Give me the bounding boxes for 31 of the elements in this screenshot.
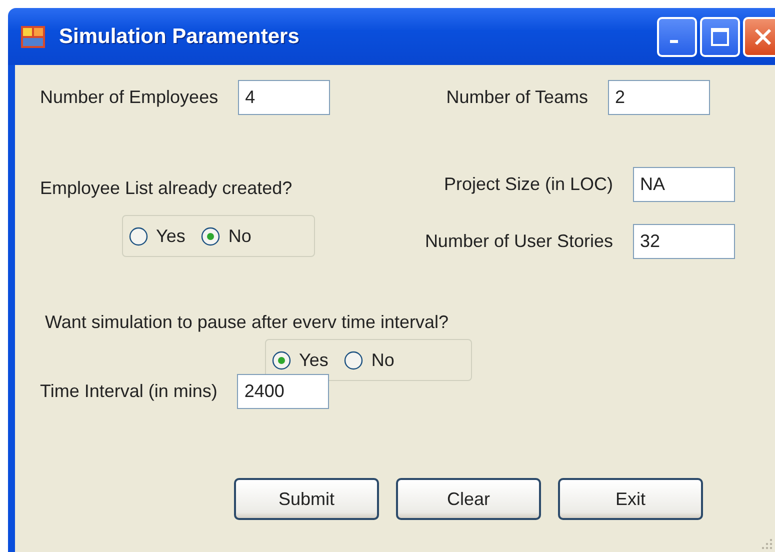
form-button[interactable]: Clear [396,478,541,520]
field-label: Time Interval (in mins) [40,381,218,402]
user-stories-field[interactable]: 32 [633,224,735,259]
question-text: Want simulation to pause after everv time interval? [45,311,450,333]
radio-option[interactable]: Yes [129,226,186,246]
field-label: Number of Teams [446,87,588,108]
maximize-button[interactable] [700,16,740,56]
minimize-button[interactable] [657,16,697,56]
form-button[interactable]: Submit [234,478,379,520]
minimize-icon [670,40,678,43]
radio-icon[interactable] [129,226,148,246]
window-title: Simulation Paramenters [59,24,300,48]
field-label: Number of Employees [40,87,218,108]
close-button[interactable] [743,16,775,56]
field-label: Number of User Stories [424,231,613,252]
radio-icon[interactable] [272,350,291,370]
time-interval-field[interactable]: 2400 [237,374,330,409]
radio-option[interactable]: No [344,350,394,370]
radio-option[interactable]: No [201,226,252,246]
maximize-icon [710,26,730,46]
project-size-field[interactable]: NA [633,167,735,202]
radio-option[interactable]: Yes [272,350,328,370]
form-button[interactable]: Exit [558,478,703,520]
employees-field[interactable]: 4 [238,80,330,115]
teams-field[interactable]: 2 [608,80,710,115]
resize-grip-icon[interactable] [761,538,773,550]
question-text: Employee List already created? [40,177,294,199]
radio-icon[interactable] [344,350,364,370]
radio-icon[interactable] [201,226,220,246]
field-label: Project Size (in LOC) [444,174,613,195]
app-icon [21,26,45,48]
